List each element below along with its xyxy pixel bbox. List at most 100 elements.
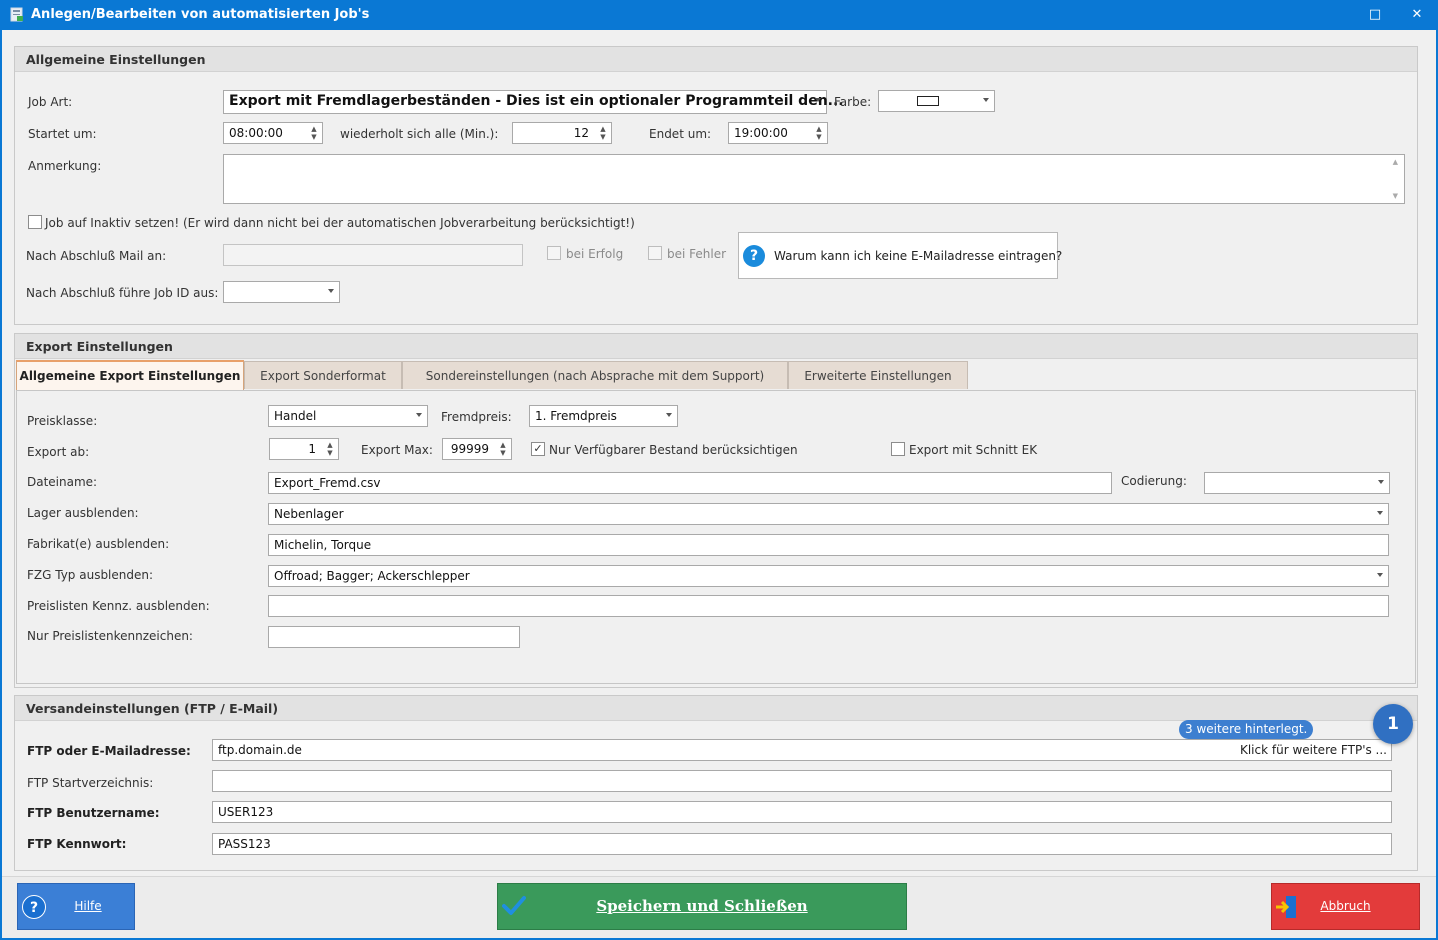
encoding-select[interactable]: [1204, 472, 1390, 494]
email-help-text: Warum kann ich keine E-Mailadresse eintr…: [774, 249, 1063, 263]
chevron-down-icon: [328, 289, 334, 293]
ftp-user-input[interactable]: USER123: [212, 801, 1392, 823]
tab-extended-settings[interactable]: Erweiterte Einstellungen: [788, 361, 968, 389]
hide-brands-value: Michelin, Torque: [274, 538, 372, 552]
ftp-address-value: ftp.domain.de: [218, 743, 302, 757]
repeat-minutes-input[interactable]: 12 ▲ ▼: [512, 122, 612, 144]
repeat-label: wiederholt sich alle (Min.):: [340, 127, 499, 141]
spinner-arrows-icon[interactable]: ▲ ▼: [325, 441, 335, 457]
fremdpreis-value: 1. Fremdpreis: [535, 409, 617, 423]
schnitt-ek-label: Export mit Schnitt EK: [909, 443, 1038, 457]
ftp-user-value: USER123: [218, 805, 274, 819]
start-time-value: 08:00:00: [229, 126, 283, 140]
preisklasse-select[interactable]: Handel: [268, 405, 428, 427]
success-label: bei Erfolg: [566, 247, 624, 261]
error-checkbox[interactable]: [648, 246, 662, 260]
farbe-label: Farbe:: [834, 95, 872, 109]
cancel-button-label: Abbruch: [1320, 899, 1371, 913]
hide-stock-value: Nebenlager: [274, 507, 344, 521]
note-textarea[interactable]: ▲ ▼: [223, 154, 1405, 204]
spinner-arrows-icon[interactable]: ▲ ▼: [309, 125, 319, 141]
scroll-down-icon[interactable]: ▼: [1393, 192, 1398, 200]
hide-brands-label: Fabrikat(e) ausblenden:: [27, 537, 170, 551]
chevron-down-icon: [983, 98, 989, 102]
repeat-minutes-value: 12: [573, 126, 589, 140]
hide-vehicle-type-value: Offroad; Bagger; Ackerschlepper: [274, 569, 470, 583]
end-time-value: 19:00:00: [734, 126, 788, 140]
chevron-down-icon: [666, 413, 672, 417]
spinner-arrows-icon[interactable]: ▲ ▼: [814, 125, 824, 141]
scroll-up-icon[interactable]: ▲: [1393, 158, 1398, 166]
export-max-input[interactable]: 99999 ▲ ▼: [442, 438, 512, 460]
spinner-arrows-icon[interactable]: ▲ ▼: [598, 125, 608, 141]
tab-general-export[interactable]: Allgemeine Export Einstellungen: [16, 360, 244, 390]
more-ftp-link[interactable]: Klick für weitere FTP's ...: [1240, 743, 1387, 757]
mail-input[interactable]: [223, 244, 523, 266]
tab-label: Allgemeine Export Einstellungen: [19, 369, 241, 383]
start-label: Startet um:: [28, 127, 97, 141]
filename-value: Export_Fremd.csv: [274, 476, 381, 490]
spinner-arrows-icon[interactable]: ▲ ▼: [498, 441, 508, 457]
tab-label: Erweiterte Einstellungen: [804, 369, 952, 383]
fremdpreis-select[interactable]: 1. Fremdpreis: [529, 405, 678, 427]
help-button-label: Hilfe: [74, 899, 102, 913]
only-available-checkbox[interactable]: ✓: [531, 442, 545, 456]
only-pricelist-input[interactable]: [268, 626, 520, 648]
tab-export-special-format[interactable]: Export Sonderformat: [244, 361, 402, 389]
close-button[interactable]: ✕: [1404, 4, 1430, 26]
fremdpreis-label: Fremdpreis:: [441, 410, 512, 424]
preisklasse-label: Preisklasse:: [27, 414, 98, 428]
hide-brands-input[interactable]: Michelin, Torque: [268, 534, 1389, 556]
farbe-select[interactable]: [878, 90, 995, 112]
encoding-label: Codierung:: [1121, 474, 1187, 488]
job-art-value: Export mit Fremdlagerbeständen - Dies is…: [229, 93, 844, 109]
cancel-button[interactable]: Abbruch: [1271, 883, 1420, 930]
more-entries-pill: 3 weitere hinterlegt.: [1179, 720, 1314, 739]
export-ab-input[interactable]: 1 ▲ ▼: [269, 438, 339, 460]
hide-stock-label: Lager ausblenden:: [27, 506, 139, 520]
tab-special-settings[interactable]: Sondereinstellungen (nach Absprache mit …: [402, 361, 788, 389]
question-circle-icon: ?: [743, 245, 765, 267]
email-help-button[interactable]: ? Warum kann ich keine E-Mailadresse ein…: [738, 232, 1062, 279]
export-settings-header: Export Einstellungen: [15, 334, 1417, 359]
title-bar[interactable]: Anlegen/Bearbeiten von automatisierten J…: [0, 0, 1438, 30]
inactive-label: Job auf Inaktiv setzen! (Er wird dann ni…: [45, 216, 635, 230]
export-ab-value: 1: [308, 442, 316, 456]
ftp-address-input[interactable]: ftp.domain.de Klick für weitere FTP's ..…: [212, 739, 1392, 761]
hide-stock-select[interactable]: Nebenlager: [268, 503, 1389, 525]
ftp-password-value: PASS123: [218, 837, 271, 851]
save-close-label: Speichern und Schließen: [596, 897, 808, 915]
chevron-down-icon: [416, 413, 422, 417]
inactive-checkbox[interactable]: [28, 215, 42, 229]
hide-pricelist-input[interactable]: [268, 595, 1389, 617]
start-time-input[interactable]: 08:00:00 ▲ ▼: [223, 122, 323, 144]
color-swatch: [917, 96, 939, 106]
chevron-down-icon: [815, 98, 821, 102]
export-settings-title: Export Einstellungen: [26, 339, 173, 354]
help-button[interactable]: ? Hilfe: [17, 883, 135, 930]
ftp-startdir-input[interactable]: [212, 770, 1392, 792]
count-badge: 1: [1373, 704, 1413, 744]
shipping-settings-title: Versandeinstellungen (FTP / E-Mail): [26, 701, 279, 716]
filename-input[interactable]: Export_Fremd.csv: [268, 472, 1112, 494]
success-checkbox[interactable]: [547, 246, 561, 260]
hide-vehicle-type-label: FZG Typ ausblenden:: [27, 568, 154, 582]
tab-label: Sondereinstellungen (nach Absprache mit …: [425, 369, 765, 383]
app-job-icon: [10, 7, 23, 22]
schnitt-ek-checkbox[interactable]: [891, 442, 905, 456]
export-max-label: Export Max:: [361, 443, 433, 457]
hide-pricelist-label: Preislisten Kennz. ausblenden:: [27, 599, 210, 613]
next-job-select[interactable]: [223, 281, 340, 303]
save-close-button[interactable]: Speichern und Schließen: [497, 883, 907, 930]
mail-label: Nach Abschluß Mail an:: [26, 249, 167, 263]
job-art-select[interactable]: Export mit Fremdlagerbeständen - Dies is…: [223, 90, 844, 114]
only-available-label: Nur Verfügbarer Bestand berücksichtigen: [549, 443, 798, 457]
ftp-user-label: FTP Benutzername:: [27, 806, 160, 820]
end-time-input[interactable]: 19:00:00 ▲ ▼: [728, 122, 828, 144]
hide-vehicle-type-select[interactable]: Offroad; Bagger; Ackerschlepper: [268, 565, 1389, 587]
chevron-down-icon: [1378, 480, 1384, 484]
chevron-down-icon: [1377, 511, 1383, 515]
window-title: Anlegen/Bearbeiten von automatisierten J…: [31, 7, 370, 22]
maximize-button[interactable]: □: [1362, 4, 1388, 26]
ftp-password-input[interactable]: PASS123: [212, 833, 1392, 855]
